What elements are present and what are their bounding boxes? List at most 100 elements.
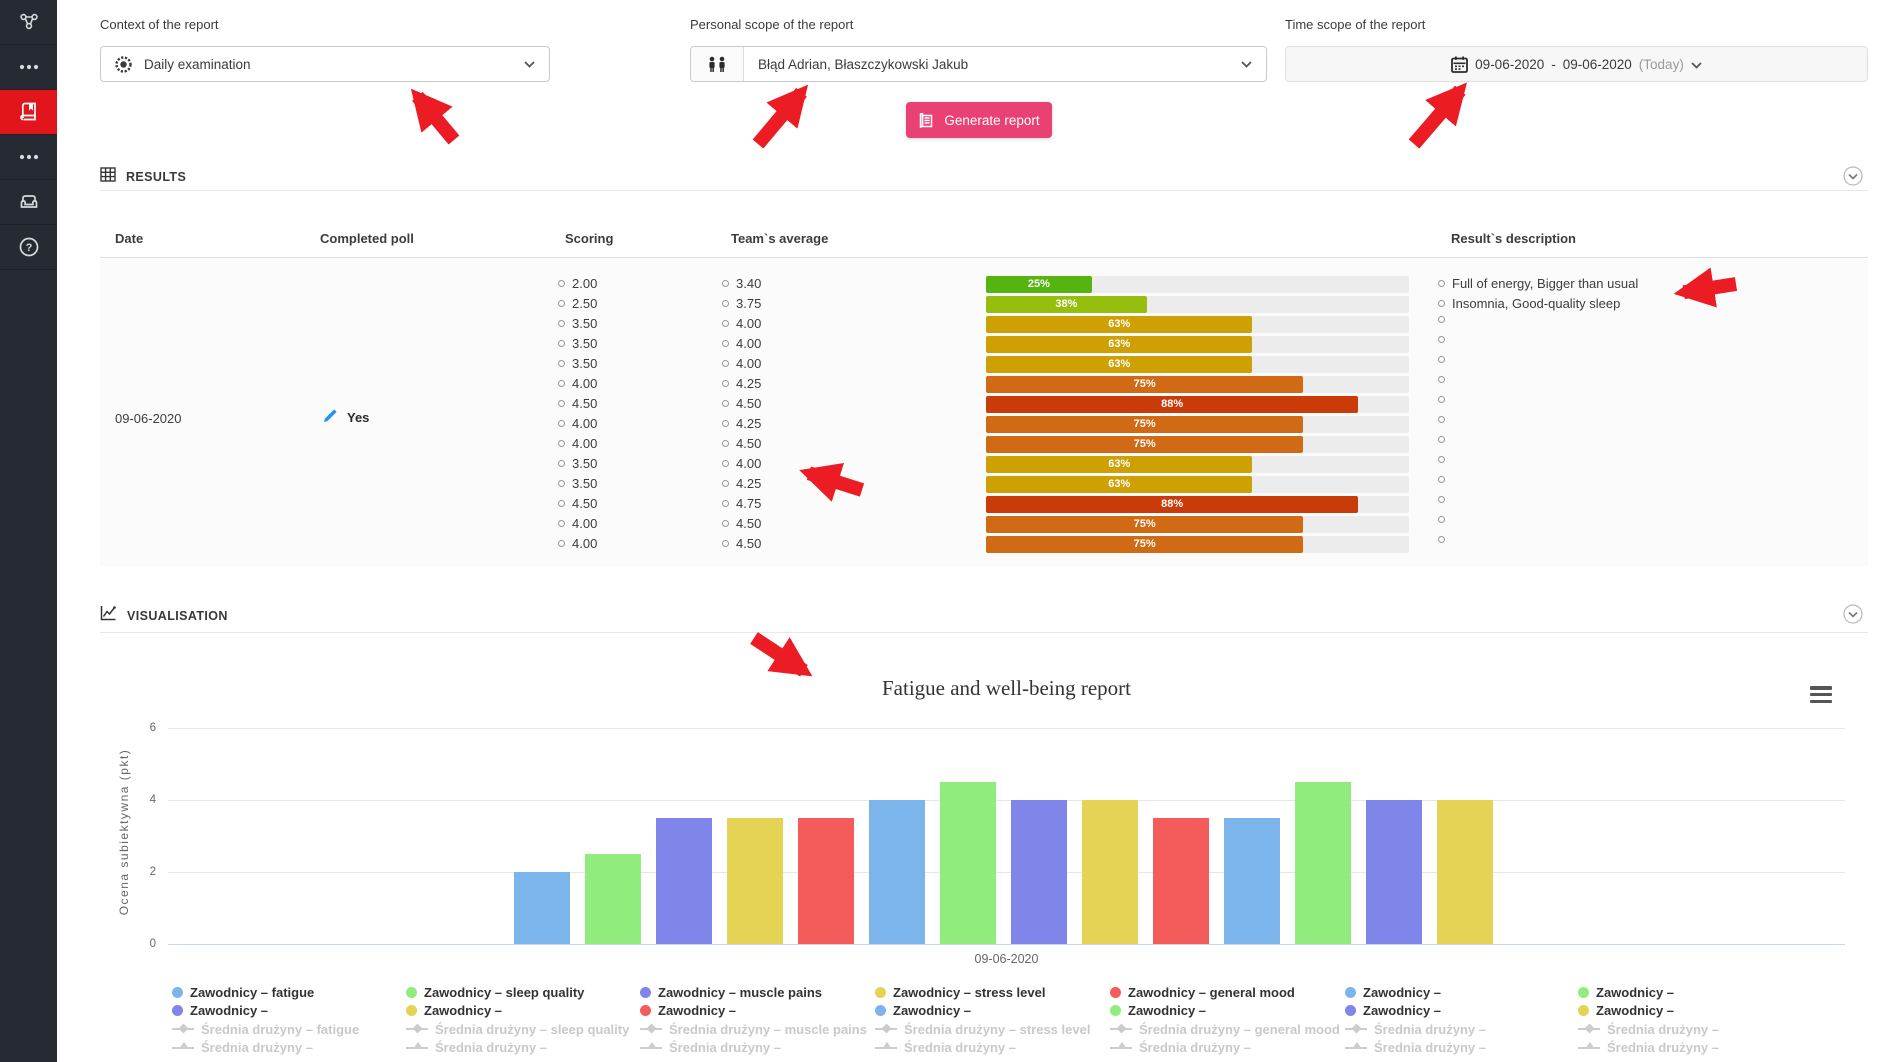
sidebar-item-help[interactable]: ? [0, 225, 57, 270]
menu-ellipsis-icon [19, 64, 39, 70]
percent-bar: 63% [986, 336, 1409, 353]
context-dropdown[interactable]: Daily examination [100, 46, 550, 82]
col-header-result-description: Result`s description [1451, 231, 1576, 246]
locker-room-icon [19, 194, 39, 211]
legend-item[interactable]: Zawodnicy – stress level [875, 983, 1090, 1002]
chart-bar[interactable] [1082, 800, 1138, 944]
sidebar-item-locker[interactable] [0, 180, 57, 225]
team-average-value: 4.25 [722, 476, 761, 491]
chart-bar[interactable] [1366, 800, 1422, 944]
legend-dot-icon [875, 987, 886, 998]
percent-bar: 75% [986, 376, 1409, 393]
personal-dropdown[interactable]: Błąd Adrian, Błaszczykowski Jakub [690, 46, 1267, 82]
legend-item[interactable]: Średnia drużyny – [1578, 1020, 1719, 1039]
result-description [1438, 496, 1445, 503]
results-collapse-button[interactable] [1843, 166, 1863, 186]
generate-report-button[interactable]: Generate report [906, 102, 1052, 138]
legend-item[interactable]: Średnia drużyny – [1110, 1039, 1340, 1058]
chart-bar[interactable] [585, 854, 641, 944]
legend-item[interactable]: Zawodnicy – fatigue [172, 983, 359, 1002]
scoring-value: 4.50 [558, 496, 597, 511]
percent-label: 63% [1108, 478, 1130, 490]
legend-item[interactable]: Zawodnicy – [1578, 983, 1719, 1002]
chart-bar[interactable] [940, 782, 996, 944]
legend-item[interactable]: Średnia drużyny – [640, 1039, 867, 1058]
chart-bar[interactable] [1224, 818, 1280, 944]
percent-label: 63% [1108, 338, 1130, 350]
sidebar-item-more-2[interactable] [0, 135, 57, 180]
legend-item[interactable]: Średnia drużyny – [875, 1039, 1090, 1058]
legend-item[interactable]: Średnia drużyny – muscle pains [640, 1020, 867, 1039]
result-description [1438, 536, 1445, 543]
sidebar-item-reports[interactable] [0, 90, 57, 135]
chart-bar[interactable] [727, 818, 783, 944]
legend-column: Zawodnicy – stress levelZawodnicy –Średn… [875, 983, 1090, 1057]
legend-item[interactable]: Średnia drużyny – [172, 1039, 359, 1058]
line-chart-icon [100, 605, 117, 626]
result-subrow: 3.504.0063% [0, 334, 1883, 354]
chart-bar[interactable] [514, 872, 570, 944]
legend-item[interactable]: Zawodnicy – muscle pains [640, 983, 867, 1002]
percent-bar: 88% [986, 396, 1409, 413]
legend-item[interactable]: Średnia drużyny – general mood [1110, 1020, 1340, 1039]
team-average-value: 4.00 [722, 316, 761, 331]
legend-line-marker-icon [1110, 1047, 1132, 1049]
legend-item[interactable]: Średnia drużyny – [406, 1039, 629, 1058]
team-average-value: 4.50 [722, 516, 761, 531]
legend-item[interactable]: Zawodnicy – [1345, 1002, 1486, 1021]
chart-bar[interactable] [1011, 800, 1067, 944]
legend-item[interactable]: Średnia drużyny – [1578, 1039, 1719, 1058]
legend-line-marker-icon [1345, 1047, 1367, 1049]
legend-item[interactable]: Średnia drużyny – [1345, 1039, 1486, 1058]
hamburger-icon[interactable] [1810, 686, 1832, 703]
legend-item[interactable]: Zawodnicy – [1110, 1002, 1340, 1021]
chart-bar[interactable] [1437, 800, 1493, 944]
legend-item[interactable]: Średnia drużyny – sleep quality [406, 1020, 629, 1039]
percent-bar: 88% [986, 496, 1409, 513]
legend-item[interactable]: Zawodnicy – [406, 1002, 629, 1021]
menu-ellipsis-icon [19, 154, 39, 160]
percent-bar: 38% [986, 296, 1409, 313]
percent-label: 75% [1134, 538, 1156, 550]
reports-book-icon [20, 102, 38, 122]
time-today-hint: (Today) [1639, 57, 1684, 72]
result-description [1438, 456, 1445, 463]
legend-item[interactable]: Zawodnicy – sleep quality [406, 983, 629, 1002]
legend-item[interactable]: Zawodnicy – [172, 1002, 359, 1021]
sidebar-item-more-1[interactable] [0, 45, 57, 90]
visualisation-collapse-button[interactable] [1843, 604, 1863, 624]
target-icon [115, 56, 132, 73]
result-description [1438, 416, 1445, 423]
legend-item[interactable]: Średnia drużyny – stress level [875, 1020, 1090, 1039]
chart-bar[interactable] [869, 800, 925, 944]
red-arrow-annotation [758, 92, 802, 144]
result-subrow: 3.504.0063% [0, 314, 1883, 334]
col-header-scoring: Scoring [565, 231, 613, 246]
legend-dot-icon [640, 987, 651, 998]
personal-value: Błąd Adrian, Błaszczykowski Jakub [758, 57, 968, 72]
result-subrow: 3.504.0063% [0, 354, 1883, 374]
chart-bar[interactable] [1295, 782, 1351, 944]
team-average-value: 4.50 [722, 536, 761, 551]
percent-label: 75% [1134, 518, 1156, 530]
chart-bar[interactable] [798, 818, 854, 944]
generate-report-label: Generate report [944, 113, 1039, 128]
sidebar-item-team[interactable] [0, 0, 57, 45]
legend-item[interactable]: Średnia drużyny – fatigue [172, 1020, 359, 1039]
legend-column: Zawodnicy – muscle painsZawodnicy –Średn… [640, 983, 867, 1057]
legend-item[interactable]: Zawodnicy – [1345, 983, 1486, 1002]
chart-bar[interactable] [656, 818, 712, 944]
legend-item[interactable]: Zawodnicy – [640, 1002, 867, 1021]
context-value: Daily examination [144, 57, 251, 72]
chart-bar[interactable] [1153, 818, 1209, 944]
legend-item[interactable]: Zawodnicy – [875, 1002, 1090, 1021]
result-description [1438, 396, 1445, 403]
percent-bar: 25% [986, 276, 1409, 293]
svg-text:?: ? [25, 242, 32, 254]
legend-dot-icon [1578, 1005, 1589, 1016]
legend-item[interactable]: Średnia drużyny – [1345, 1020, 1486, 1039]
legend-item[interactable]: Zawodnicy – general mood [1110, 983, 1340, 1002]
time-range-picker[interactable]: 09-06-2020 - 09-06-2020 (Today) [1285, 46, 1868, 82]
legend-item[interactable]: Zawodnicy – [1578, 1002, 1719, 1021]
result-description [1438, 356, 1445, 363]
